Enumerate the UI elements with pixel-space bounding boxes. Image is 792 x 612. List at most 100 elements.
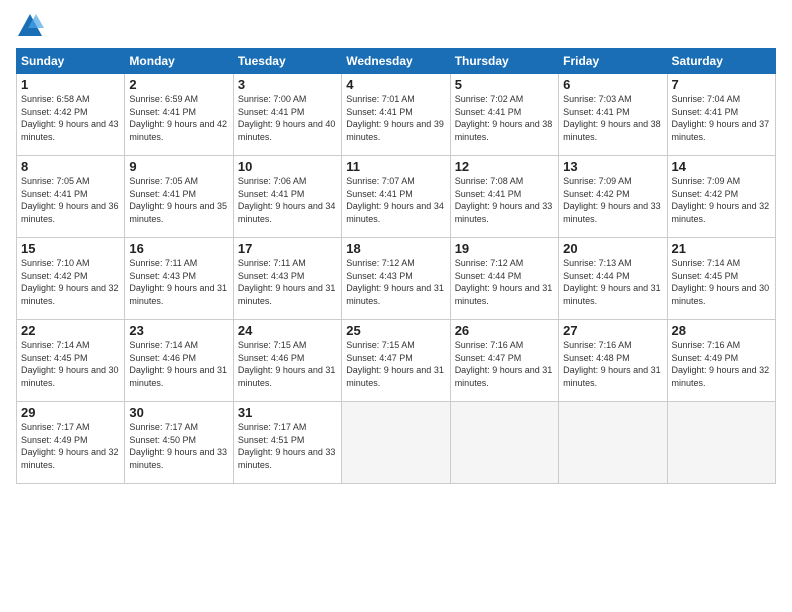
calendar-cell: 18 Sunrise: 7:12 AMSunset: 4:43 PMDayligh…	[342, 238, 450, 320]
calendar-cell: 16 Sunrise: 7:11 AMSunset: 4:43 PMDayligh…	[125, 238, 233, 320]
day-number: 4	[346, 77, 445, 92]
calendar-cell: 20 Sunrise: 7:13 AMSunset: 4:44 PMDayligh…	[559, 238, 667, 320]
header	[16, 12, 776, 40]
calendar-header-tuesday: Tuesday	[233, 49, 341, 74]
day-number: 2	[129, 77, 228, 92]
day-info: Sunrise: 7:14 AMSunset: 4:45 PMDaylight:…	[672, 258, 770, 306]
calendar-header-saturday: Saturday	[667, 49, 775, 74]
day-info: Sunrise: 7:12 AMSunset: 4:43 PMDaylight:…	[346, 258, 444, 306]
calendar-cell: 10 Sunrise: 7:06 AMSunset: 4:41 PMDayligh…	[233, 156, 341, 238]
day-info: Sunrise: 7:07 AMSunset: 4:41 PMDaylight:…	[346, 176, 444, 224]
day-number: 25	[346, 323, 445, 338]
calendar-cell: 7 Sunrise: 7:04 AMSunset: 4:41 PMDaylight…	[667, 74, 775, 156]
calendar-cell: 27 Sunrise: 7:16 AMSunset: 4:48 PMDayligh…	[559, 320, 667, 402]
day-info: Sunrise: 7:04 AMSunset: 4:41 PMDaylight:…	[672, 94, 770, 142]
calendar-cell	[342, 402, 450, 484]
calendar-header-wednesday: Wednesday	[342, 49, 450, 74]
day-number: 29	[21, 405, 120, 420]
calendar-week-2: 8Sunrise: 7:05 AMSunset: 4:41 PMDaylight…	[17, 156, 776, 238]
calendar-header-sunday: Sunday	[17, 49, 125, 74]
day-info: Sunrise: 7:13 AMSunset: 4:44 PMDaylight:…	[563, 258, 661, 306]
day-info: Sunrise: 7:03 AMSunset: 4:41 PMDaylight:…	[563, 94, 661, 142]
calendar-cell: 17 Sunrise: 7:11 AMSunset: 4:43 PMDayligh…	[233, 238, 341, 320]
day-number: 17	[238, 241, 337, 256]
day-info: Sunrise: 7:08 AMSunset: 4:41 PMDaylight:…	[455, 176, 553, 224]
day-info: Sunrise: 7:06 AMSunset: 4:41 PMDaylight:…	[238, 176, 336, 224]
calendar-cell	[559, 402, 667, 484]
day-info: Sunrise: 7:16 AMSunset: 4:47 PMDaylight:…	[455, 340, 553, 388]
calendar-week-5: 29 Sunrise: 7:17 AMSunset: 4:49 PMDayligh…	[17, 402, 776, 484]
calendar-cell: 5Sunrise: 7:02 AMSunset: 4:41 PMDaylight…	[450, 74, 558, 156]
day-info: Sunrise: 7:11 AMSunset: 4:43 PMDaylight:…	[129, 258, 227, 306]
day-number: 22	[21, 323, 120, 338]
day-info: Sunrise: 7:09 AMSunset: 4:42 PMDaylight:…	[563, 176, 661, 224]
day-number: 19	[455, 241, 554, 256]
calendar-header-monday: Monday	[125, 49, 233, 74]
day-number: 20	[563, 241, 662, 256]
day-number: 24	[238, 323, 337, 338]
day-number: 18	[346, 241, 445, 256]
day-number: 26	[455, 323, 554, 338]
day-info: Sunrise: 6:58 AMSunset: 4:42 PMDaylight:…	[21, 94, 119, 142]
calendar-cell: 13 Sunrise: 7:09 AMSunset: 4:42 PMDayligh…	[559, 156, 667, 238]
day-number: 30	[129, 405, 228, 420]
day-info: Sunrise: 7:14 AMSunset: 4:45 PMDaylight:…	[21, 340, 119, 388]
calendar-week-3: 15 Sunrise: 7:10 AMSunset: 4:42 PMDayligh…	[17, 238, 776, 320]
day-number: 13	[563, 159, 662, 174]
day-number: 1	[21, 77, 120, 92]
calendar-cell: 26 Sunrise: 7:16 AMSunset: 4:47 PMDayligh…	[450, 320, 558, 402]
day-number: 23	[129, 323, 228, 338]
logo-icon	[16, 12, 44, 40]
day-number: 16	[129, 241, 228, 256]
day-number: 3	[238, 77, 337, 92]
day-info: Sunrise: 6:59 AMSunset: 4:41 PMDaylight:…	[129, 94, 227, 142]
day-number: 27	[563, 323, 662, 338]
calendar-cell: 23 Sunrise: 7:14 AMSunset: 4:46 PMDayligh…	[125, 320, 233, 402]
calendar-cell: 25 Sunrise: 7:15 AMSunset: 4:47 PMDayligh…	[342, 320, 450, 402]
day-number: 7	[672, 77, 771, 92]
day-number: 15	[21, 241, 120, 256]
calendar-header-row: SundayMondayTuesdayWednesdayThursdayFrid…	[17, 49, 776, 74]
page: SundayMondayTuesdayWednesdayThursdayFrid…	[0, 0, 792, 612]
day-info: Sunrise: 7:12 AMSunset: 4:44 PMDaylight:…	[455, 258, 553, 306]
day-number: 9	[129, 159, 228, 174]
day-info: Sunrise: 7:15 AMSunset: 4:47 PMDaylight:…	[346, 340, 444, 388]
day-info: Sunrise: 7:17 AMSunset: 4:49 PMDaylight:…	[21, 422, 119, 470]
calendar-header-friday: Friday	[559, 49, 667, 74]
day-info: Sunrise: 7:05 AMSunset: 4:41 PMDaylight:…	[129, 176, 227, 224]
calendar-cell: 30 Sunrise: 7:17 AMSunset: 4:50 PMDayligh…	[125, 402, 233, 484]
day-info: Sunrise: 7:02 AMSunset: 4:41 PMDaylight:…	[455, 94, 553, 142]
calendar-cell: 21 Sunrise: 7:14 AMSunset: 4:45 PMDayligh…	[667, 238, 775, 320]
calendar-cell: 15 Sunrise: 7:10 AMSunset: 4:42 PMDayligh…	[17, 238, 125, 320]
logo	[16, 12, 48, 40]
day-info: Sunrise: 7:17 AMSunset: 4:50 PMDaylight:…	[129, 422, 227, 470]
day-info: Sunrise: 7:11 AMSunset: 4:43 PMDaylight:…	[238, 258, 336, 306]
day-info: Sunrise: 7:10 AMSunset: 4:42 PMDaylight:…	[21, 258, 119, 306]
calendar-cell: 28Sunrise: 7:16 AMSunset: 4:49 PMDayligh…	[667, 320, 775, 402]
day-number: 11	[346, 159, 445, 174]
calendar-cell: 14Sunrise: 7:09 AMSunset: 4:42 PMDayligh…	[667, 156, 775, 238]
calendar-cell: 8Sunrise: 7:05 AMSunset: 4:41 PMDaylight…	[17, 156, 125, 238]
day-number: 6	[563, 77, 662, 92]
calendar-cell: 9 Sunrise: 7:05 AMSunset: 4:41 PMDaylight…	[125, 156, 233, 238]
day-info: Sunrise: 7:01 AMSunset: 4:41 PMDaylight:…	[346, 94, 444, 142]
calendar-cell: 29 Sunrise: 7:17 AMSunset: 4:49 PMDayligh…	[17, 402, 125, 484]
calendar-cell	[667, 402, 775, 484]
day-number: 21	[672, 241, 771, 256]
day-info: Sunrise: 7:14 AMSunset: 4:46 PMDaylight:…	[129, 340, 227, 388]
day-info: Sunrise: 7:17 AMSunset: 4:51 PMDaylight:…	[238, 422, 336, 470]
day-info: Sunrise: 7:09 AMSunset: 4:42 PMDaylight:…	[672, 176, 770, 224]
calendar-cell: 19 Sunrise: 7:12 AMSunset: 4:44 PMDayligh…	[450, 238, 558, 320]
calendar-header-thursday: Thursday	[450, 49, 558, 74]
day-info: Sunrise: 7:05 AMSunset: 4:41 PMDaylight:…	[21, 176, 119, 224]
calendar-cell: 3Sunrise: 7:00 AMSunset: 4:41 PMDaylight…	[233, 74, 341, 156]
day-info: Sunrise: 7:16 AMSunset: 4:48 PMDaylight:…	[563, 340, 661, 388]
day-number: 10	[238, 159, 337, 174]
calendar-cell: 24Sunrise: 7:15 AMSunset: 4:46 PMDayligh…	[233, 320, 341, 402]
day-number: 12	[455, 159, 554, 174]
calendar-week-4: 22 Sunrise: 7:14 AMSunset: 4:45 PMDayligh…	[17, 320, 776, 402]
calendar-cell: 31 Sunrise: 7:17 AMSunset: 4:51 PMDayligh…	[233, 402, 341, 484]
calendar-cell: 1 Sunrise: 6:58 AMSunset: 4:42 PMDaylight…	[17, 74, 125, 156]
calendar-cell: 11 Sunrise: 7:07 AMSunset: 4:41 PMDayligh…	[342, 156, 450, 238]
day-number: 31	[238, 405, 337, 420]
